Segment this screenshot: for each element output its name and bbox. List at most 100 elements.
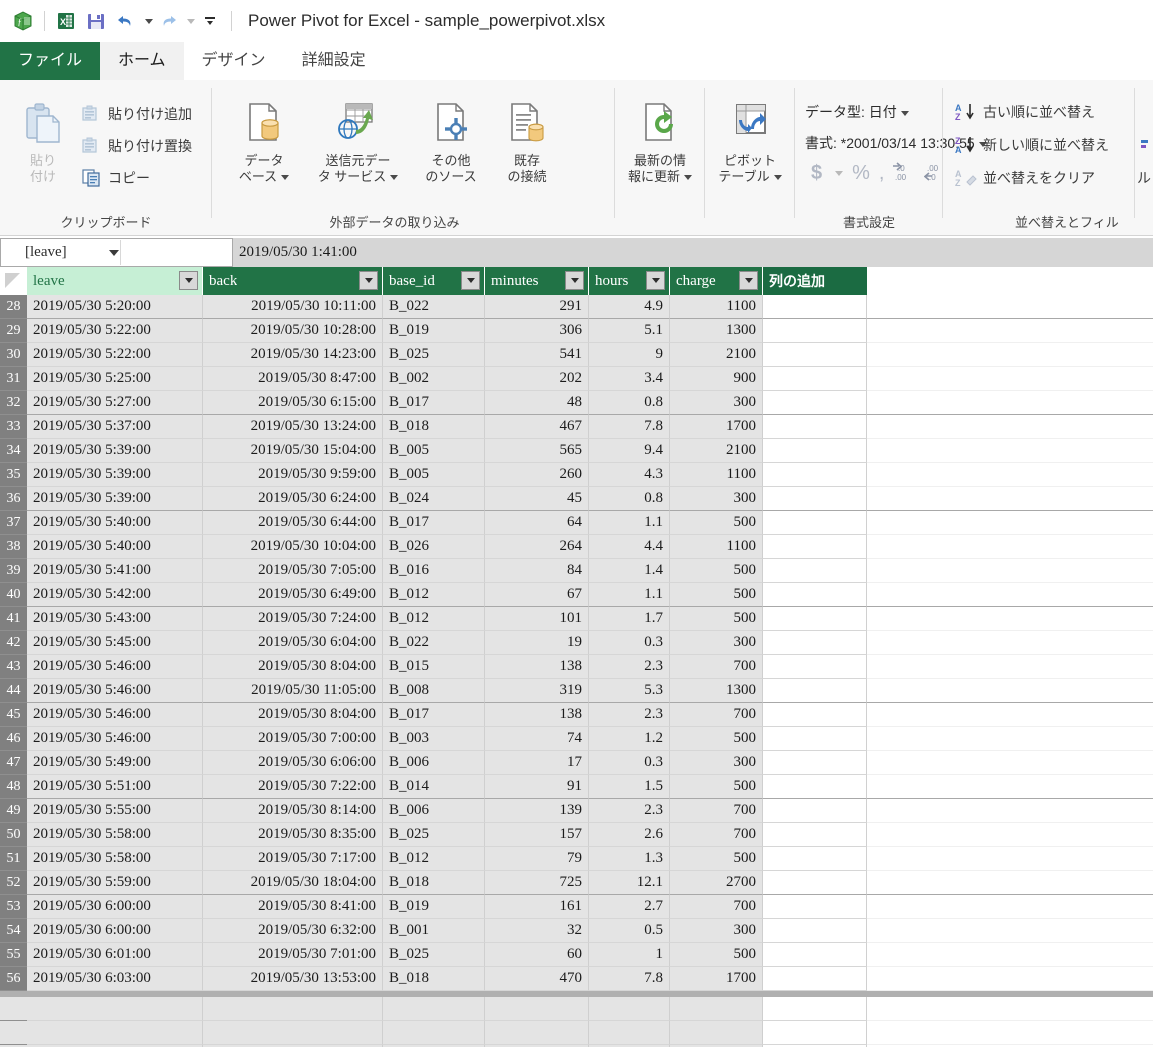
paste-append-button[interactable]: 貼り付け追加 xyxy=(82,104,192,124)
cell-base_id[interactable]: B_003 xyxy=(383,727,485,751)
row-header[interactable] xyxy=(0,997,27,1021)
cell-leave[interactable]: 2019/05/30 5:45:00 xyxy=(27,631,203,655)
table-row[interactable]: 53 2019/05/30 6:00:00 2019/05/30 8:41:00 B_… xyxy=(0,895,1153,919)
increase-decimal-button[interactable]: .0 .00 xyxy=(893,162,915,185)
cell-add-column[interactable] xyxy=(763,703,867,727)
datatype-dropdown-icon[interactable] xyxy=(900,110,909,116)
cell-hours[interactable]: 0.8 xyxy=(589,487,670,511)
column-header-minutes[interactable]: minutes xyxy=(485,267,589,295)
cell-back[interactable]: 2019/05/30 8:35:00 xyxy=(203,823,383,847)
cell-base_id[interactable]: B_025 xyxy=(383,343,485,367)
cell-add-column[interactable] xyxy=(763,391,867,415)
cell-base_id[interactable]: B_012 xyxy=(383,607,485,631)
table-row[interactable]: 55 2019/05/30 6:01:00 2019/05/30 7:01:00 B_… xyxy=(0,943,1153,967)
cell-charge[interactable]: 2100 xyxy=(670,343,763,367)
cell-charge[interactable]: 1300 xyxy=(670,679,763,703)
refresh-dropdown-icon[interactable] xyxy=(684,175,692,181)
cell-minutes[interactable]: 67 xyxy=(485,583,589,607)
cell-base_id[interactable]: B_018 xyxy=(383,967,485,991)
table-row[interactable]: 33 2019/05/30 5:37:00 2019/05/30 13:24:00 B… xyxy=(0,415,1153,439)
percent-button[interactable]: % xyxy=(852,162,870,185)
cell-add-column[interactable] xyxy=(763,607,867,631)
cell-base_id[interactable]: B_018 xyxy=(383,415,485,439)
row-header[interactable]: 37 xyxy=(0,511,27,535)
cell-minutes[interactable]: 319 xyxy=(485,679,589,703)
cell-charge[interactable] xyxy=(670,1021,763,1045)
cell-leave[interactable]: 2019/05/30 5:39:00 xyxy=(27,487,203,511)
row-header[interactable]: 55 xyxy=(0,943,27,967)
cell-hours[interactable]: 0.5 xyxy=(589,919,670,943)
formula-bar-value[interactable]: 2019/05/30 1:41:00 xyxy=(233,238,1153,267)
column-header-back[interactable]: back xyxy=(203,267,383,295)
cell-base_id[interactable]: B_012 xyxy=(383,847,485,871)
tab-advanced[interactable]: 詳細設定 xyxy=(284,42,384,80)
cell-base_id[interactable]: B_022 xyxy=(383,631,485,655)
cell-leave[interactable]: 2019/05/30 5:58:00 xyxy=(27,847,203,871)
sort-ascending-button[interactable]: A Z 古い順に並べ替え xyxy=(955,102,1095,122)
cell-leave[interactable]: 2019/05/30 6:00:00 xyxy=(27,919,203,943)
cell-charge[interactable]: 500 xyxy=(670,583,763,607)
cell-minutes[interactable]: 74 xyxy=(485,727,589,751)
cell-leave[interactable]: 2019/05/30 5:46:00 xyxy=(27,655,203,679)
data-service-button[interactable]: 送信元デー タ サービス xyxy=(304,102,412,185)
cell-minutes[interactable]: 91 xyxy=(485,775,589,799)
cell-charge[interactable]: 300 xyxy=(670,487,763,511)
cell-back[interactable]: 2019/05/30 7:01:00 xyxy=(203,943,383,967)
cell-charge[interactable]: 700 xyxy=(670,799,763,823)
cell-back[interactable]: 2019/05/30 8:41:00 xyxy=(203,895,383,919)
cell-charge[interactable]: 1100 xyxy=(670,295,763,319)
table-row[interactable]: 46 2019/05/30 5:46:00 2019/05/30 7:00:00 B_… xyxy=(0,727,1153,751)
cell-minutes[interactable]: 725 xyxy=(485,871,589,895)
grid-corner-select-all[interactable] xyxy=(0,267,28,296)
cell-back[interactable]: 2019/05/30 7:05:00 xyxy=(203,559,383,583)
table-row[interactable]: 34 2019/05/30 5:39:00 2019/05/30 15:04:00 B… xyxy=(0,439,1153,463)
cell-base_id[interactable]: B_019 xyxy=(383,895,485,919)
cell-back[interactable]: 2019/05/30 8:04:00 xyxy=(203,703,383,727)
table-row[interactable]: 45 2019/05/30 5:46:00 2019/05/30 8:04:00 B_… xyxy=(0,703,1153,727)
row-header[interactable]: 36 xyxy=(0,487,27,511)
paste-button[interactable]: 貼り 付け xyxy=(12,102,74,185)
cell-leave[interactable]: 2019/05/30 6:01:00 xyxy=(27,943,203,967)
cell-add-column[interactable] xyxy=(763,751,867,775)
cell-leave[interactable]: 2019/05/30 5:51:00 xyxy=(27,775,203,799)
cell-hours[interactable]: 0.3 xyxy=(589,751,670,775)
cell-leave[interactable]: 2019/05/30 5:37:00 xyxy=(27,415,203,439)
cell-base_id[interactable]: B_001 xyxy=(383,919,485,943)
cell-hours[interactable]: 4.9 xyxy=(589,295,670,319)
cell-minutes[interactable] xyxy=(485,997,589,1021)
column-header-base-id[interactable]: base_id xyxy=(383,267,485,295)
cell-minutes[interactable]: 264 xyxy=(485,535,589,559)
cell-charge[interactable]: 500 xyxy=(670,847,763,871)
filter-button-charge[interactable] xyxy=(739,271,758,290)
row-header[interactable] xyxy=(0,1021,27,1045)
cell-charge[interactable]: 1300 xyxy=(670,319,763,343)
cell-add-column[interactable] xyxy=(763,463,867,487)
cell-leave[interactable]: 2019/05/30 5:40:00 xyxy=(27,535,203,559)
cell-minutes[interactable]: 17 xyxy=(485,751,589,775)
cell-base_id[interactable]: B_016 xyxy=(383,559,485,583)
cell-charge[interactable]: 700 xyxy=(670,703,763,727)
cell-add-column[interactable] xyxy=(763,487,867,511)
cell-add-column[interactable] xyxy=(763,535,867,559)
cell-add-column[interactable] xyxy=(763,943,867,967)
cell-leave[interactable]: 2019/05/30 5:43:00 xyxy=(27,607,203,631)
cell-hours[interactable]: 4.3 xyxy=(589,463,670,487)
row-header[interactable]: 31 xyxy=(0,367,27,391)
cell-back[interactable]: 2019/05/30 10:04:00 xyxy=(203,535,383,559)
row-header[interactable]: 39 xyxy=(0,559,27,583)
cell-hours[interactable]: 1.7 xyxy=(589,607,670,631)
excel-icon[interactable]: X xyxy=(51,6,81,36)
table-row[interactable]: 38 2019/05/30 5:40:00 2019/05/30 10:04:00 B… xyxy=(0,535,1153,559)
cell-charge[interactable] xyxy=(670,997,763,1021)
cell-base_id[interactable] xyxy=(383,1021,485,1045)
cell-base_id[interactable]: B_024 xyxy=(383,487,485,511)
cell-leave[interactable]: 2019/05/30 5:40:00 xyxy=(27,511,203,535)
cell-hours[interactable]: 5.1 xyxy=(589,319,670,343)
cell-hours[interactable] xyxy=(589,997,670,1021)
cell-charge[interactable]: 1100 xyxy=(670,463,763,487)
filter-button-hours[interactable] xyxy=(646,271,665,290)
cell-charge[interactable]: 700 xyxy=(670,823,763,847)
cell-hours[interactable]: 2.6 xyxy=(589,823,670,847)
cell-base_id[interactable]: B_005 xyxy=(383,463,485,487)
cell-leave[interactable]: 2019/05/30 5:20:00 xyxy=(27,295,203,319)
